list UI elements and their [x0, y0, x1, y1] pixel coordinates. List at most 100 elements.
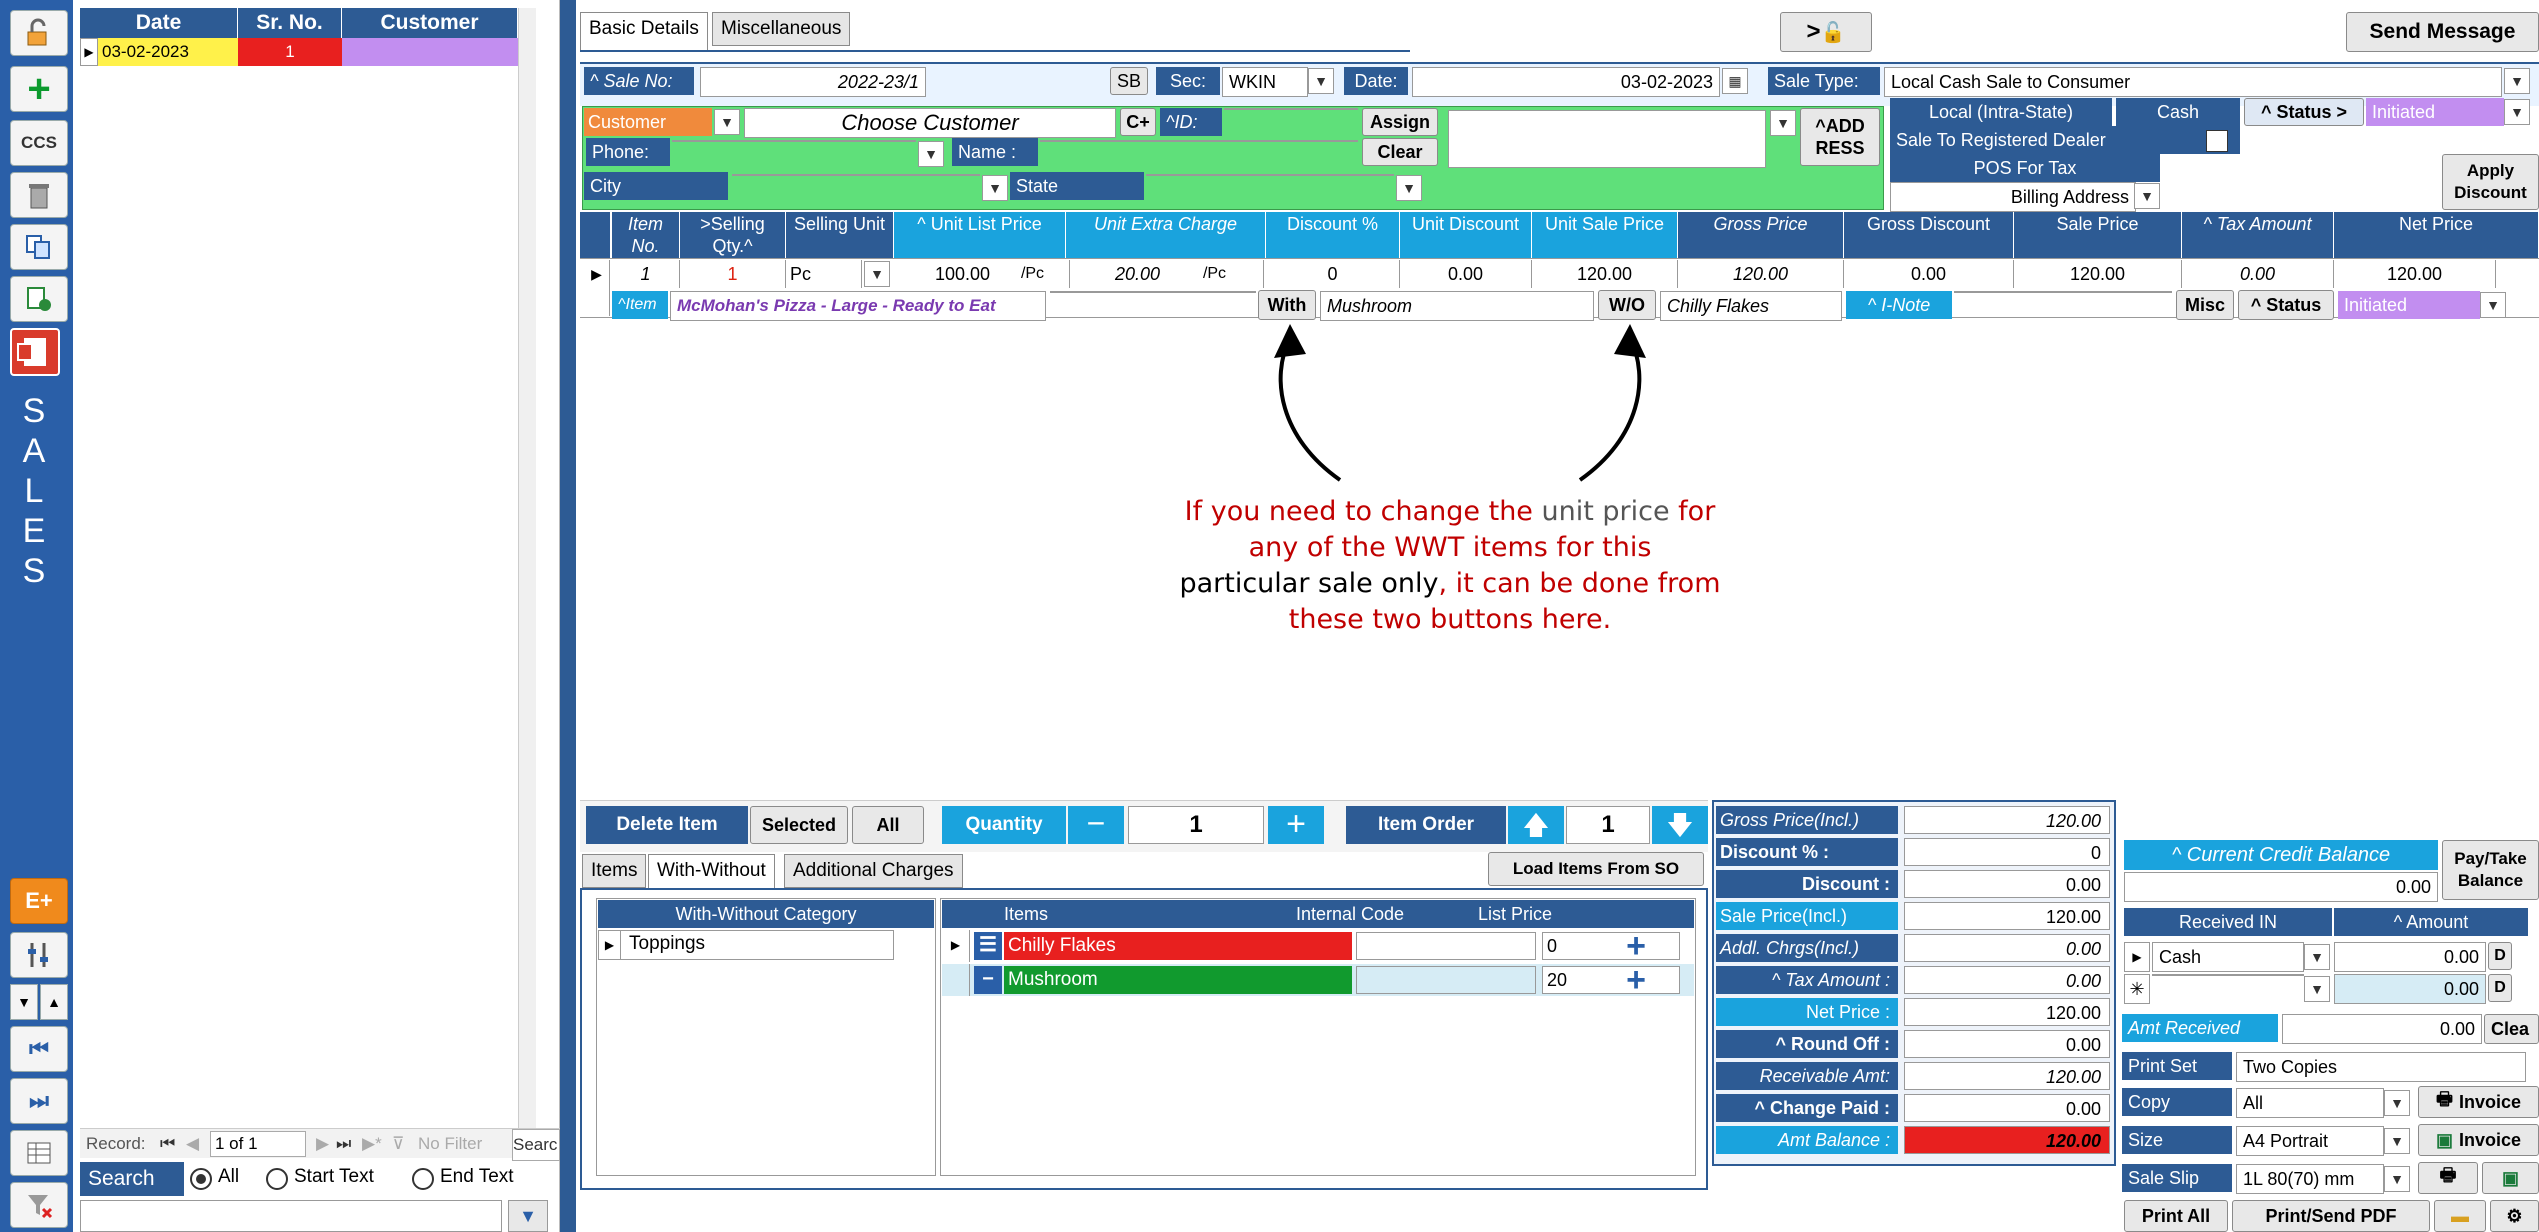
row-selector-icon[interactable]: ▶ — [599, 931, 621, 959]
quantity-input[interactable]: 1 — [1128, 806, 1264, 844]
table-icon[interactable] — [10, 1130, 68, 1176]
inote-field[interactable] — [1954, 291, 2172, 293]
row-selector-icon[interactable]: ▶ — [2124, 942, 2150, 972]
summary-value[interactable]: 0 — [1904, 838, 2110, 866]
wwt-list-price[interactable]: 20 — [1542, 966, 1680, 994]
name-field[interactable] — [1040, 140, 1358, 142]
delete-selected-button[interactable]: Selected — [750, 806, 848, 844]
send-message-button[interactable]: Send Message — [2346, 12, 2539, 52]
status-button[interactable]: ^ Status > — [2244, 98, 2364, 126]
tab-miscellaneous[interactable]: Miscellaneous — [712, 12, 851, 46]
city-dropdown-icon[interactable]: ▼ — [982, 175, 1008, 201]
payment-d-new-button[interactable]: D — [2488, 974, 2512, 1002]
print-send-pdf-button[interactable]: Print/Send PDF — [2232, 1200, 2430, 1232]
sale-slip-dropdown-icon[interactable]: ▼ — [2384, 1166, 2410, 1192]
address-dropdown-icon[interactable]: ▼ — [1770, 110, 1796, 136]
payment-mode-new-dropdown-icon[interactable]: ▼ — [2304, 976, 2330, 1002]
sale-no-field[interactable]: 2022-23/1 — [700, 67, 926, 97]
add-price-icon[interactable]: + — [1620, 963, 1652, 997]
unlock-icon[interactable] — [10, 10, 68, 56]
row-selector-icon[interactable]: ▶ — [942, 930, 970, 962]
summary-value[interactable]: 120.00 — [1904, 1126, 2110, 1154]
with-button[interactable]: With — [1258, 290, 1316, 320]
radio-start-text[interactable] — [266, 1168, 288, 1190]
grid-header[interactable]: Net Price — [2334, 212, 2539, 258]
print-set-field[interactable]: Two Copies — [2236, 1052, 2526, 1082]
radio-end-text[interactable] — [412, 1168, 434, 1190]
first-icon[interactable]: ⏮ — [160, 1129, 175, 1159]
first-record-icon[interactable]: ⏮ — [10, 1026, 68, 1072]
print-slip-icon[interactable]: 🖶 — [2418, 1162, 2478, 1194]
wwt-item-name[interactable]: Chilly Flakes — [1004, 932, 1352, 960]
table-row[interactable]: ▶ 03-02-2023 1 — [80, 38, 518, 66]
search-box[interactable]: Searc — [512, 1129, 560, 1161]
column-header-customer[interactable]: Customer — [342, 8, 518, 38]
clear-filter-icon[interactable] — [10, 1182, 68, 1228]
no-filter-label[interactable]: No Filter — [418, 1129, 482, 1159]
cell-unit[interactable]: Pc — [786, 260, 862, 288]
last-record-icon[interactable]: ⏭ — [10, 1078, 68, 1124]
summary-value[interactable]: 120.00 — [1904, 1062, 2110, 1090]
date-field[interactable]: 03-02-2023 — [1412, 67, 1720, 97]
summary-value[interactable]: 120.00 — [1904, 998, 2110, 1026]
print-all-button[interactable]: Print All — [2124, 1200, 2228, 1232]
eplus-button[interactable]: E+ — [10, 878, 68, 924]
grid-header[interactable]: Unit Sale Price — [1532, 212, 1678, 258]
tab-additional-charges[interactable]: Additional Charges — [784, 854, 963, 888]
item-status-field[interactable]: Initiated — [2338, 291, 2480, 319]
add-customer-button[interactable]: C+ — [1120, 108, 1156, 136]
settings-icon[interactable]: ⚙ — [2490, 1200, 2539, 1232]
payment-mode-dropdown-icon[interactable]: ▼ — [2304, 944, 2330, 970]
wwt-item-name[interactable]: Mushroom — [1004, 966, 1352, 994]
sec-dropdown-icon[interactable]: ▼ — [1308, 68, 1334, 94]
cell-item-no[interactable]: 1 — [612, 260, 680, 288]
filter-icon[interactable]: ▼ — [508, 1200, 548, 1232]
row-selector-icon[interactable]: ▶ — [80, 38, 98, 66]
grid-header[interactable]: Unit Discount — [1400, 212, 1532, 258]
pay-take-balance-button[interactable]: Pay/Take Balance — [2442, 840, 2539, 900]
next-icon[interactable]: ▶ — [316, 1129, 329, 1159]
sec-field[interactable]: WKIN — [1222, 67, 1308, 97]
grid-header[interactable]: Selling Unit — [786, 212, 894, 258]
unit-dropdown-icon[interactable]: ▼ — [864, 261, 890, 287]
wwt-item-row[interactable]: ▶ ☰ Chilly Flakes 0 — [942, 930, 1694, 962]
registered-dealer-checkbox[interactable] — [2206, 130, 2228, 152]
state-field[interactable] — [1146, 174, 1394, 176]
cell-extra-charge[interactable]: 20.00 — [1070, 260, 1164, 288]
grid-header[interactable]: Gross Price — [1678, 212, 1844, 258]
record-position[interactable]: 1 of 1 — [210, 1131, 306, 1157]
delete-all-button[interactable]: All — [852, 806, 924, 844]
payment-amount-field[interactable]: 0.00 — [2334, 942, 2486, 972]
column-header-sr-no[interactable]: Sr. No. — [238, 8, 342, 38]
address-field[interactable] — [1448, 110, 1766, 168]
add-price-icon[interactable]: + — [1620, 929, 1652, 963]
chevron-down-icon[interactable]: ▼ — [10, 984, 38, 1020]
save-slip-icon[interactable]: ▣ — [2482, 1162, 2539, 1194]
cell-unit-sale-price[interactable]: 120.00 — [1532, 260, 1678, 288]
tools-icon[interactable] — [10, 932, 68, 978]
column-header-date[interactable]: Date — [80, 8, 238, 38]
item-order-input[interactable]: 1 — [1566, 806, 1650, 844]
sale-type-field[interactable]: Local Cash Sale to Consumer — [1884, 67, 2502, 97]
new-row-icon[interactable]: ✳ — [2124, 974, 2150, 1004]
tab-with-without[interactable]: With-Without — [648, 854, 775, 890]
last-icon[interactable]: ⏭ — [336, 1129, 351, 1159]
tab-basic-details[interactable]: Basic Details — [580, 12, 708, 52]
ccs-button[interactable]: CCS — [10, 120, 68, 166]
lock-button[interactable]: > 🔓 — [1780, 12, 1872, 52]
load-items-from-so-button[interactable]: Load Items From SO — [1488, 852, 1704, 886]
wwt-list-price[interactable]: 0 — [1542, 932, 1680, 960]
plus-icon[interactable]: + — [1268, 806, 1324, 844]
grid-header[interactable]: Sale Price — [2014, 212, 2182, 258]
arrow-down-icon[interactable]: 🡇 — [1652, 806, 1708, 844]
toggle-icon[interactable]: − — [974, 966, 1002, 994]
with-field[interactable]: Mushroom — [1320, 291, 1594, 321]
status-dropdown-icon[interactable]: ▼ — [2504, 99, 2530, 125]
city-field[interactable] — [732, 174, 980, 176]
status-field[interactable]: Initiated — [2366, 98, 2504, 126]
minus-icon[interactable]: − — [1068, 806, 1124, 844]
summary-value[interactable]: 0.00 — [1904, 966, 2110, 994]
cell-unit-discount[interactable]: 0.00 — [1400, 260, 1532, 288]
cell-list-price[interactable]: 100.00 — [894, 260, 994, 288]
without-field[interactable]: Chilly Flakes — [1660, 291, 1842, 321]
